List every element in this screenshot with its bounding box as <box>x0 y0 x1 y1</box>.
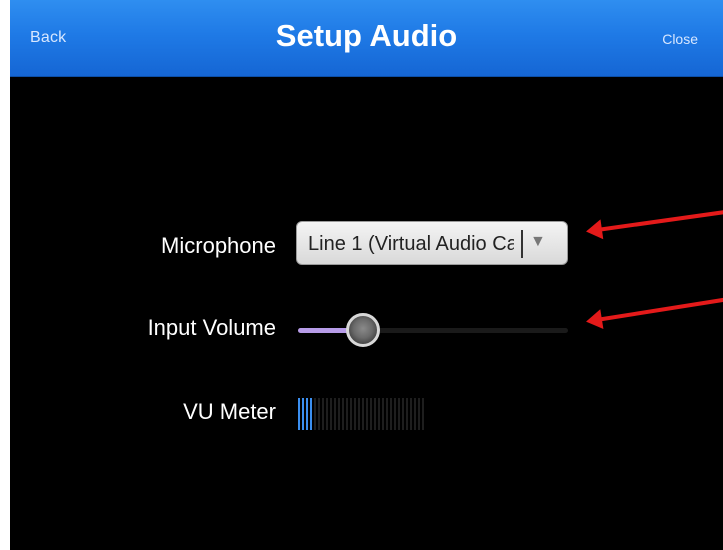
vu-segment <box>382 398 384 430</box>
annotation-arrow-volume <box>589 297 723 323</box>
vu-segment <box>398 398 400 430</box>
setup-audio-screen: Back Setup Audio Close Microphone Line 1… <box>10 0 723 550</box>
vu-segment-lit <box>302 398 304 430</box>
vu-segment <box>342 398 344 430</box>
vu-segment <box>354 398 356 430</box>
vu-meter <box>298 398 424 430</box>
vu-segment <box>362 398 364 430</box>
select-divider <box>521 230 523 258</box>
vu-segment <box>314 398 316 430</box>
vu-segment <box>350 398 352 430</box>
input-volume-slider[interactable] <box>298 313 568 349</box>
vu-segment <box>390 398 392 430</box>
vu-segment <box>330 398 332 430</box>
slider-thumb[interactable] <box>346 313 380 347</box>
vu-segment <box>358 398 360 430</box>
vu-segment <box>318 398 320 430</box>
vu-segment-lit <box>298 398 300 430</box>
vu-segment <box>346 398 348 430</box>
vu-segment <box>386 398 388 430</box>
vu-segment <box>410 398 412 430</box>
vu-segment <box>334 398 336 430</box>
close-button[interactable]: Close <box>662 31 698 47</box>
vu-segment <box>394 398 396 430</box>
vu-segment <box>406 398 408 430</box>
vu-segment <box>418 398 420 430</box>
microphone-selected-value: Line 1 (Virtual Audio Cable) <box>308 233 514 255</box>
vu-segment <box>322 398 324 430</box>
vu-segment-lit <box>310 398 312 430</box>
vu-meter-label: VU Meter <box>183 399 276 424</box>
triangle-down-icon: ▼ <box>530 233 546 250</box>
vu-segment-lit <box>306 398 308 430</box>
vu-segment <box>366 398 368 430</box>
vu-segment <box>378 398 380 430</box>
microphone-label: Microphone <box>161 233 276 258</box>
nav-bar: Back Setup Audio Close <box>10 0 723 77</box>
vu-segment <box>422 398 424 430</box>
vu-segment <box>326 398 328 430</box>
vu-segment <box>414 398 416 430</box>
annotation-arrow-microphone <box>589 209 723 233</box>
vu-segment <box>374 398 376 430</box>
input-volume-label: Input Volume <box>147 315 276 340</box>
microphone-select[interactable]: Line 1 (Virtual Audio Cable) ▼ <box>296 221 568 265</box>
page-title: Setup Audio <box>275 18 458 53</box>
vu-segment <box>338 398 340 430</box>
vu-segment <box>402 398 404 430</box>
vu-segment <box>370 398 372 430</box>
